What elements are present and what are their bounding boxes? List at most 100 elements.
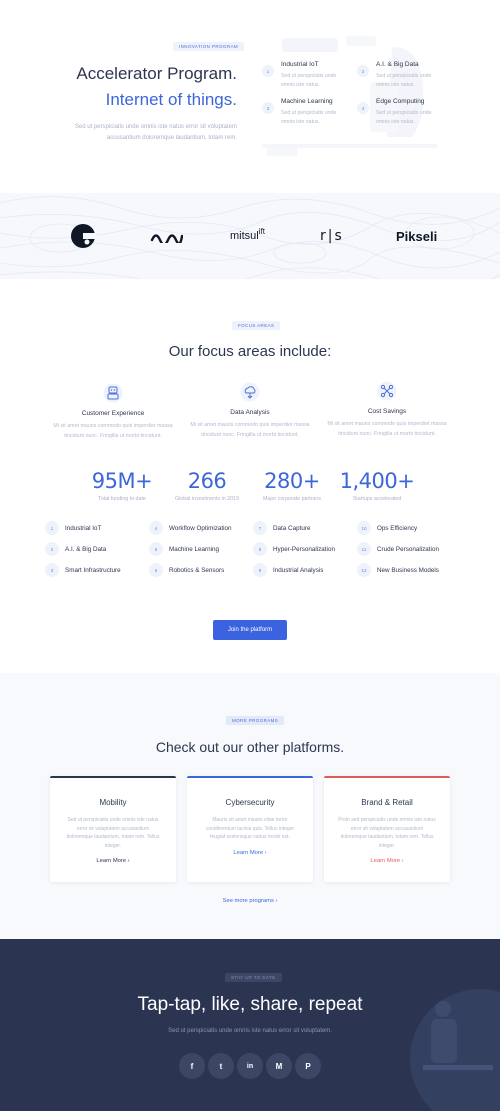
card-title: Cybersecurity: [225, 798, 275, 807]
platform-card-brand-retail[interactable]: Brand & Retail Proin sed perspiciatis un…: [324, 776, 450, 882]
item-label: A.I. & Big Data: [65, 545, 107, 553]
network-icon: [377, 381, 397, 401]
card-title: Brand & Retail: [361, 798, 413, 807]
feature-desc: Sed ut perspiciatis unde omnis iste natu…: [281, 73, 337, 88]
item-number: 6: [149, 563, 163, 577]
learn-more-link[interactable]: Learn More ›: [50, 858, 176, 864]
hero-subtitle: Sed ut perspiciatis unde omnis iste natu…: [74, 124, 237, 141]
medium-icon[interactable]: M: [266, 1053, 292, 1079]
card-desc: Mauris sit amet mauris vitae tortor cond…: [205, 817, 295, 840]
feature-title: Industrial IoT: [281, 61, 319, 68]
stat-value: 1,400+: [339, 469, 415, 493]
focus-list-item: 2 A.I. & Big Data: [45, 542, 106, 556]
hero-title-highlight: Internet of things.: [105, 90, 237, 109]
feature-number: 2: [357, 65, 369, 77]
hero-tag: INNOVATION PROGRAM: [173, 42, 245, 51]
stat-value: 280+: [264, 469, 320, 493]
platforms-tag: MORE PROGRAMS: [226, 716, 285, 725]
feature-title: Edge Computing: [376, 98, 425, 105]
stat-label: Global investments in 2019: [175, 496, 239, 502]
feature-desc: Sed ut perspiciatis unde omnis iste natu…: [281, 110, 337, 125]
join-platform-button[interactable]: Join the platform: [213, 620, 287, 640]
focus-list-item: 1 Industrial IoT: [45, 521, 101, 535]
footer-title: Tap-tap, like, share, repeat: [137, 994, 363, 1015]
mitsulift-logo-text: mitsul: [230, 230, 259, 242]
feature-number: 4: [357, 102, 369, 114]
focus-column: Cost Savings Mi sit amet mauris commodo …: [327, 381, 447, 439]
item-label: Hyper-Personalization: [273, 545, 335, 553]
stat-label: Total funding to date: [98, 496, 146, 502]
item-label: Smart Infrastructure: [65, 566, 121, 574]
linkedin-icon[interactable]: in: [237, 1053, 263, 1079]
see-more-programs-link[interactable]: See more programs ›: [0, 898, 500, 904]
platform-card-mobility[interactable]: Mobility Sed ut perspiciatis unde omnis …: [50, 776, 176, 882]
rs-logo: r|s: [320, 228, 344, 244]
item-number: 12: [357, 563, 371, 577]
platform-card-cybersecurity[interactable]: Cybersecurity Mauris sit amet mauris vit…: [187, 776, 313, 882]
mitsulift-logo: mitsul ift: [230, 223, 265, 249]
focus-column-title: Cost Savings: [367, 408, 407, 415]
item-label: Machine Learning: [169, 545, 220, 553]
twitter-icon[interactable]: t: [208, 1053, 234, 1079]
item-label: Data Capture: [273, 524, 311, 532]
pikseli-logo: Pikseli: [396, 228, 438, 244]
hero-title: Accelerator Program.: [76, 64, 237, 83]
robot-icon: [103, 383, 123, 403]
focus-column-title: Data Analysis: [230, 409, 270, 416]
platforms-title: Check out our other platforms.: [155, 739, 345, 755]
feature-title: A.I. & Big Data: [376, 61, 419, 68]
data-cloud-icon: [240, 382, 260, 402]
item-number: 10: [357, 521, 371, 535]
card-accent-bar: [324, 776, 450, 778]
focus-column-desc: Mi sit amet mauris commodo quis imperdie…: [190, 422, 310, 438]
stat-value: 95M+: [91, 469, 153, 493]
card-accent-bar: [187, 776, 313, 778]
focus-column-title: Customer Experience: [81, 410, 145, 417]
item-number: 2: [45, 542, 59, 556]
footer-tag: STAY UP TO DATE: [225, 973, 282, 982]
item-number: 9: [253, 563, 267, 577]
feature-number: 3: [262, 102, 274, 114]
focus-column-desc: Mi sit amet mauris commodo quis imperdie…: [53, 423, 173, 439]
feature-desc: Sed ut perspiciatis unde omnis iste natu…: [376, 110, 432, 125]
item-number: 3: [45, 563, 59, 577]
item-number: 1: [45, 521, 59, 535]
hero-section: INNOVATION PROGRAM Accelerator Program. …: [0, 0, 500, 193]
stat-value: 266: [187, 469, 227, 493]
feature-number: 1: [262, 65, 274, 77]
focus-column-desc: Mi sit amet mauris commodo quis imperdie…: [327, 421, 447, 437]
item-number: 4: [149, 521, 163, 535]
hero-illustration: [262, 36, 437, 156]
item-label: Crude Personalization: [377, 545, 439, 553]
focus-list-item: 4 Workflow Optimization: [149, 521, 232, 535]
item-label: Industrial IoT: [65, 524, 102, 532]
stat: 280+ Major corporate partners: [247, 469, 337, 502]
card-desc: Proin sed perspiciatis unde omnis iste n…: [338, 817, 436, 849]
focus-list-item: 6 Robotics & Sensors: [149, 563, 224, 577]
feature-desc: Sed ut perspiciatis unde omnis iste natu…: [376, 73, 432, 88]
focus-column: Customer Experience Mi sit amet mauris c…: [53, 383, 173, 441]
item-label: Robotics & Sensors: [169, 566, 225, 574]
mitsulift-logo-sup: ift: [258, 226, 265, 236]
stat: 1,400+ Startups accelerated: [332, 469, 422, 502]
focus-list-item: 7 Data Capture: [253, 521, 310, 535]
focus-list-item: 10 Ops Efficiency: [357, 521, 417, 535]
focus-title: Our focus areas include:: [168, 343, 332, 360]
client-logos-strip: mitsul ift r|s Pikseli: [0, 193, 500, 279]
learn-more-link[interactable]: Learn More ›: [324, 858, 450, 864]
focus-column: Data Analysis Mi sit amet mauris commodo…: [190, 382, 310, 440]
stat-label: Major corporate partners: [263, 496, 321, 502]
stat: 95M+ Total funding to date: [77, 469, 167, 502]
card-accent-bar: [50, 776, 176, 778]
focus-tag: FOCUS AREAS: [232, 321, 281, 330]
item-label: Workflow Optimization: [169, 524, 232, 532]
item-label: Industrial Analysis: [273, 566, 324, 574]
learn-more-link[interactable]: Learn More ›: [187, 850, 313, 856]
focus-list-item: 12 New Business Models: [357, 563, 439, 577]
item-label: Ops Efficiency: [377, 524, 418, 532]
focus-list-item: 9 Industrial Analysis: [253, 563, 323, 577]
pinterest-icon[interactable]: P: [295, 1053, 321, 1079]
item-label: New Business Models: [377, 566, 439, 574]
focus-list-item: 3 Smart Infrastructure: [45, 563, 121, 577]
facebook-icon[interactable]: f: [179, 1053, 205, 1079]
